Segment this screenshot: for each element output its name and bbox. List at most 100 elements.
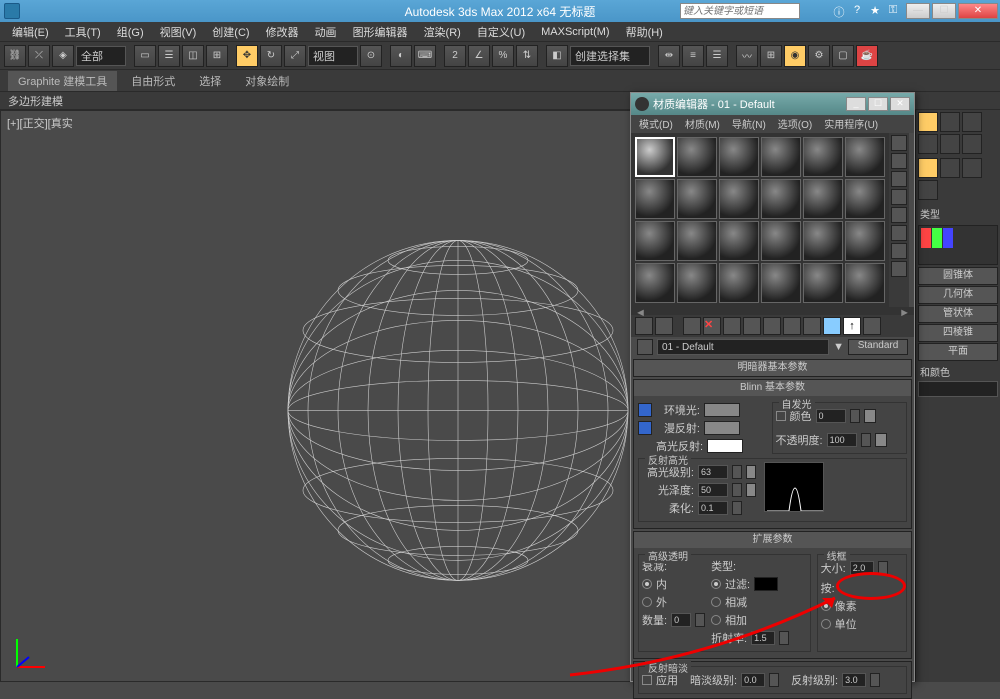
slot-17[interactable] bbox=[803, 221, 843, 261]
slot-9[interactable] bbox=[719, 179, 759, 219]
opacity-map[interactable] bbox=[875, 433, 887, 447]
go-forward-icon[interactable] bbox=[863, 317, 881, 335]
keyboard-icon[interactable]: ⌨ bbox=[414, 45, 436, 67]
shapes-icon[interactable] bbox=[940, 158, 960, 178]
menu-maxscript[interactable]: MAXScript(M) bbox=[533, 24, 617, 40]
lock-diffuse-icon[interactable] bbox=[638, 421, 652, 435]
rotate-icon[interactable]: ↻ bbox=[260, 45, 282, 67]
dlg-close-button[interactable]: ✕ bbox=[890, 97, 910, 111]
btn-cone[interactable]: 圆锥体 bbox=[918, 267, 998, 285]
menu-view[interactable]: 视图(V) bbox=[152, 22, 205, 42]
options-icon[interactable] bbox=[891, 243, 907, 259]
go-parent-icon[interactable]: ↑ bbox=[843, 317, 861, 335]
btn-plane[interactable]: 平面 bbox=[918, 343, 998, 361]
dlgmenu-material[interactable]: 材质(M) bbox=[681, 115, 724, 133]
selfillum-map[interactable] bbox=[864, 409, 876, 423]
pivot-icon[interactable]: ⊙ bbox=[360, 45, 382, 67]
slot-23[interactable] bbox=[803, 263, 843, 303]
bind-icon[interactable]: ◈ bbox=[52, 45, 74, 67]
star-icon[interactable]: ★ bbox=[868, 4, 882, 18]
reset-icon[interactable]: ✕ bbox=[703, 317, 721, 335]
lock-ambient-icon[interactable] bbox=[638, 403, 652, 417]
slot-5[interactable] bbox=[803, 137, 843, 177]
selfillum-check[interactable] bbox=[776, 411, 786, 421]
put-lib-icon[interactable] bbox=[763, 317, 781, 335]
menu-edit[interactable]: 编辑(E) bbox=[4, 22, 57, 42]
ior-spin[interactable] bbox=[751, 631, 775, 645]
falloff-out-radio[interactable] bbox=[642, 597, 652, 607]
hierarchy-tab-icon[interactable] bbox=[962, 112, 982, 132]
window-cross-icon[interactable]: ⊞ bbox=[206, 45, 228, 67]
search-input[interactable] bbox=[680, 3, 800, 19]
menu-render[interactable]: 渲染(R) bbox=[416, 22, 469, 42]
minimize-button[interactable]: — bbox=[906, 3, 930, 19]
slot-7[interactable] bbox=[635, 179, 675, 219]
render-icon[interactable]: ☕ bbox=[856, 45, 878, 67]
ambient-swatch[interactable] bbox=[704, 403, 740, 417]
slot-8[interactable] bbox=[677, 179, 717, 219]
make-unique-icon[interactable] bbox=[743, 317, 761, 335]
speclevel-spinner[interactable] bbox=[732, 465, 742, 479]
render-setup-icon[interactable]: ⚙ bbox=[808, 45, 830, 67]
soften-spinner[interactable] bbox=[732, 501, 742, 515]
viewport-label[interactable]: [+][正交][真实 bbox=[7, 115, 73, 131]
select-icon[interactable]: ▭ bbox=[134, 45, 156, 67]
geometry-icon[interactable] bbox=[918, 158, 938, 178]
slot-3[interactable] bbox=[719, 137, 759, 177]
select-name-icon[interactable]: ☰ bbox=[158, 45, 180, 67]
rollup-shader[interactable]: 明暗器基本参数 bbox=[634, 360, 911, 376]
by-pixels-radio[interactable] bbox=[821, 601, 831, 611]
slot-6[interactable] bbox=[845, 137, 885, 177]
curve-editor-icon[interactable]: 〰 bbox=[736, 45, 758, 67]
btn-tube[interactable]: 管状体 bbox=[918, 305, 998, 323]
unlink-icon[interactable]: ⤫ bbox=[28, 45, 50, 67]
menu-graph[interactable]: 图形编辑器 bbox=[345, 22, 416, 42]
create-tab-icon[interactable] bbox=[918, 112, 938, 132]
selfillum-spinner[interactable] bbox=[850, 409, 860, 423]
render-frame-icon[interactable]: ▢ bbox=[832, 45, 854, 67]
gloss-spinner[interactable] bbox=[732, 483, 742, 497]
slot-10[interactable] bbox=[761, 179, 801, 219]
align-icon[interactable]: ≡ bbox=[682, 45, 704, 67]
menu-anim[interactable]: 动画 bbox=[307, 22, 345, 42]
help-icon[interactable]: ? bbox=[850, 4, 864, 18]
material-editor-icon[interactable]: ◉ bbox=[784, 45, 806, 67]
put-scene-icon[interactable] bbox=[655, 317, 673, 335]
opacity-spin[interactable] bbox=[827, 433, 857, 447]
specular-swatch[interactable] bbox=[707, 439, 743, 453]
selfillum-spin[interactable] bbox=[816, 409, 846, 423]
btn-pyramid[interactable]: 四棱锥 bbox=[918, 324, 998, 342]
scroll-right-icon[interactable]: ► bbox=[899, 307, 910, 315]
wire-size-spin[interactable] bbox=[850, 561, 874, 575]
slot-11[interactable] bbox=[803, 179, 843, 219]
dlg-min-button[interactable]: _ bbox=[846, 97, 866, 111]
slot-13[interactable] bbox=[635, 221, 675, 261]
menu-create[interactable]: 创建(C) bbox=[204, 22, 257, 42]
type-sub-radio[interactable] bbox=[711, 597, 721, 607]
ribbon-tab-freeform[interactable]: 自由形式 bbox=[121, 71, 185, 91]
dim-spinner[interactable] bbox=[769, 673, 779, 687]
ribbon-tab-select[interactable]: 选择 bbox=[189, 71, 231, 91]
dlgmenu-opts[interactable]: 选项(O) bbox=[774, 115, 816, 133]
dialog-titlebar[interactable]: 材质编辑器 - 01 - Default _ ☐ ✕ bbox=[631, 93, 914, 115]
utility-tab-icon[interactable] bbox=[962, 134, 982, 154]
preview-icon[interactable] bbox=[891, 225, 907, 241]
amount-spinner[interactable] bbox=[695, 613, 705, 627]
slot-1[interactable] bbox=[635, 137, 675, 177]
manip-icon[interactable]: ◐ bbox=[390, 45, 412, 67]
speclevel-spin[interactable] bbox=[698, 465, 728, 479]
menu-group[interactable]: 组(G) bbox=[109, 22, 152, 42]
dim-spin[interactable] bbox=[741, 673, 765, 687]
eyedropper-icon[interactable] bbox=[637, 339, 653, 355]
uv-icon[interactable] bbox=[891, 189, 907, 205]
dlg-max-button[interactable]: ☐ bbox=[868, 97, 888, 111]
slot-12[interactable] bbox=[845, 179, 885, 219]
maximize-button[interactable]: ☐ bbox=[932, 3, 956, 19]
slot-15[interactable] bbox=[719, 221, 759, 261]
rollup-ext[interactable]: 扩展参数 bbox=[634, 532, 911, 548]
menu-tools[interactable]: 工具(T) bbox=[57, 22, 109, 42]
key-icon[interactable]: ⚿ bbox=[886, 4, 900, 18]
refl-spin[interactable] bbox=[842, 673, 866, 687]
slot-14[interactable] bbox=[677, 221, 717, 261]
menu-custom[interactable]: 自定义(U) bbox=[469, 22, 533, 42]
